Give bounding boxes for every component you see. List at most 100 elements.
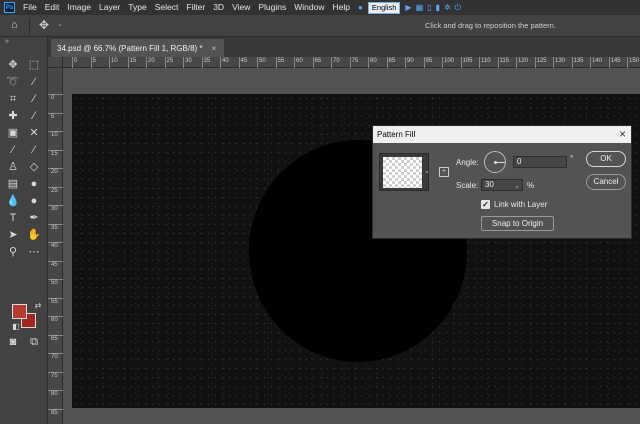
ruler-label: 150 — [629, 58, 640, 64]
angle-dial-indicator — [496, 162, 505, 163]
ruler-label: 35 — [203, 58, 211, 64]
eyedropper-icon[interactable]: ⁄ — [26, 92, 42, 106]
link-with-layer-label: Link with Layer — [494, 200, 548, 209]
play-icon[interactable]: ▶ — [405, 1, 411, 14]
menu-view[interactable]: View — [228, 0, 254, 15]
ruler-label: 15 — [129, 58, 137, 64]
move-tool-icon[interactable]: ✥ — [5, 58, 21, 72]
menu-select[interactable]: Select — [151, 0, 183, 15]
menu-filter[interactable]: Filter — [182, 0, 209, 15]
options-divider — [29, 18, 30, 34]
menu-type[interactable]: Type — [124, 0, 150, 15]
ruler-label: 105 — [462, 58, 473, 64]
photoshop-logo-icon: Ps — [4, 2, 15, 13]
vertical-ruler[interactable]: 0 5 10 15 20 25 30 35 40 45 50 55 60 65 70 75 80 85 — [48, 68, 63, 424]
ruler-label: 70 — [51, 354, 58, 360]
gradient-tool-icon[interactable]: ▤ — [5, 177, 21, 191]
menu-help[interactable]: Help — [328, 0, 353, 15]
swap-colors-icon[interactable]: ⇄ — [30, 299, 46, 313]
hand-tool-icon[interactable]: ✋ — [26, 228, 42, 242]
ruler-label: 25 — [166, 58, 174, 64]
ruler-label: 115 — [499, 58, 510, 64]
magic-wand-icon[interactable]: ⁄ — [26, 75, 42, 89]
ruler-label: 40 — [51, 243, 58, 249]
ruler-label: 0 — [51, 95, 55, 101]
ruler-label: 110 — [481, 58, 491, 64]
patch-tool-icon[interactable]: ⁄ — [26, 109, 42, 123]
dialog-titlebar[interactable]: Pattern Fill × — [373, 126, 631, 143]
menu-layer[interactable]: Layer — [95, 0, 124, 15]
zoom-tool-icon[interactable]: ⚲ — [5, 245, 21, 259]
menu-image[interactable]: Image — [63, 0, 95, 15]
document-tab[interactable]: 34.psd @ 66.7% (Pattern Fill 1, RGB/8) *… — [51, 39, 225, 57]
ruler-label: 145 — [610, 58, 621, 64]
options-hint-text: Click and drag to reposition the pattern… — [425, 21, 556, 30]
new-preset-icon[interactable]: + — [439, 167, 449, 177]
clone-stamp-icon[interactable]: ▣ — [5, 126, 21, 140]
more-tools-icon[interactable]: ⋯ — [26, 245, 42, 259]
horizontal-ruler[interactable]: 0 5 10 15 20 25 30 35 40 45 50 55 60 65 70 75 80 85 90 95 10… — [63, 57, 640, 68]
crop-tool-icon[interactable]: ⌗ — [5, 92, 21, 106]
ok-button[interactable]: OK — [586, 151, 626, 167]
ruler-label: 55 — [277, 58, 285, 64]
content-aware-icon[interactable]: ✕ — [26, 126, 42, 140]
ime-language-button[interactable]: English — [367, 1, 401, 14]
ruler-label: 65 — [314, 58, 322, 64]
mic-icon[interactable]: ▮ — [436, 1, 440, 14]
power-icon[interactable]: ⏻ — [455, 1, 461, 14]
move-tool-icon[interactable]: ✥ — [39, 18, 49, 32]
menu-plugins[interactable]: Plugins — [254, 0, 290, 15]
snap-to-origin-button[interactable]: Snap to Origin — [481, 216, 554, 231]
ruler-label: 20 — [148, 58, 155, 64]
chevron-down-icon[interactable]: ⌄ — [424, 167, 430, 175]
screen-mode-icon[interactable]: ⧉ — [26, 335, 42, 349]
home-icon[interactable]: ⌂ — [11, 19, 18, 31]
ruler-label: 85 — [388, 58, 396, 64]
dodge-tool-icon[interactable]: ● — [26, 194, 42, 208]
path-selection-icon[interactable]: ➤ — [5, 228, 21, 242]
tools-panel: » ✥ ⬚ ➰ ⁄ ⌗ ⁄ ✚ ⁄ ▣ ✕ ⁄ ⁄ ♙ ◇ ▤ ● 💧 ● T … — [0, 37, 48, 424]
ruler-label: 20 — [51, 169, 58, 175]
marquee-tool-icon[interactable]: ⬚ — [26, 58, 42, 72]
quick-mask-icon[interactable]: ◙ — [5, 335, 21, 349]
pen-tool-icon[interactable]: ✒ — [26, 211, 42, 225]
menu-file[interactable]: File — [19, 0, 41, 15]
healing-brush-icon[interactable]: ✚ — [5, 109, 21, 123]
ruler-corner[interactable] — [48, 57, 63, 68]
chevron-down-icon[interactable]: ⌄ — [514, 182, 520, 190]
menu-3d[interactable]: 3D — [209, 0, 228, 15]
brush-tool-icon[interactable]: ⁄ — [5, 143, 21, 157]
menu-window[interactable]: Window — [290, 0, 328, 15]
ruler-label: 95 — [425, 58, 433, 64]
close-icon[interactable]: × — [212, 44, 217, 53]
foreground-color-swatch[interactable] — [12, 304, 27, 319]
cancel-button[interactable]: Cancel — [586, 174, 626, 190]
angle-dial[interactable] — [484, 151, 506, 173]
type-tool-icon[interactable]: T — [5, 211, 21, 225]
clipboard-icon[interactable]: ▯ — [427, 1, 431, 14]
lasso-tool-icon[interactable]: ➰ — [5, 75, 21, 89]
scale-label: Scale: — [456, 181, 479, 190]
ime-toolbar: ● English ▶ ▦ ▯ ▮ ✲ ⏻ — [356, 1, 463, 14]
eraser-tool-icon[interactable]: ◇ — [26, 160, 42, 174]
history-brush-icon[interactable]: ⁄ — [26, 143, 42, 157]
ruler-label: 80 — [51, 391, 58, 397]
keyboard-icon[interactable]: ▦ — [416, 1, 424, 14]
ruler-label: 85 — [51, 409, 58, 416]
settings-icon[interactable]: ✲ — [444, 1, 451, 14]
microphone-icon[interactable]: ● — [358, 1, 363, 14]
collapse-panel-icon[interactable]: » — [5, 38, 9, 45]
pattern-picker[interactable]: ⌄ — [379, 153, 430, 191]
smudge-tool-icon[interactable]: ● — [26, 177, 42, 191]
document-tab-bar: 34.psd @ 66.7% (Pattern Fill 1, RGB/8) *… — [48, 37, 640, 57]
close-icon[interactable]: × — [619, 127, 626, 142]
angle-input[interactable]: 0 — [513, 156, 567, 168]
ruler-label: 15 — [51, 150, 58, 157]
link-with-layer-checkbox[interactable]: ✓ — [481, 200, 490, 209]
menu-edit[interactable]: Edit — [41, 0, 64, 15]
ruler-label: 45 — [51, 261, 58, 268]
chevron-down-icon[interactable]: ⌄ — [57, 20, 63, 28]
default-colors-icon[interactable]: ◧ — [8, 320, 24, 334]
stamp-tool-icon[interactable]: ♙ — [5, 160, 21, 174]
blur-tool-icon[interactable]: 💧 — [5, 194, 21, 208]
